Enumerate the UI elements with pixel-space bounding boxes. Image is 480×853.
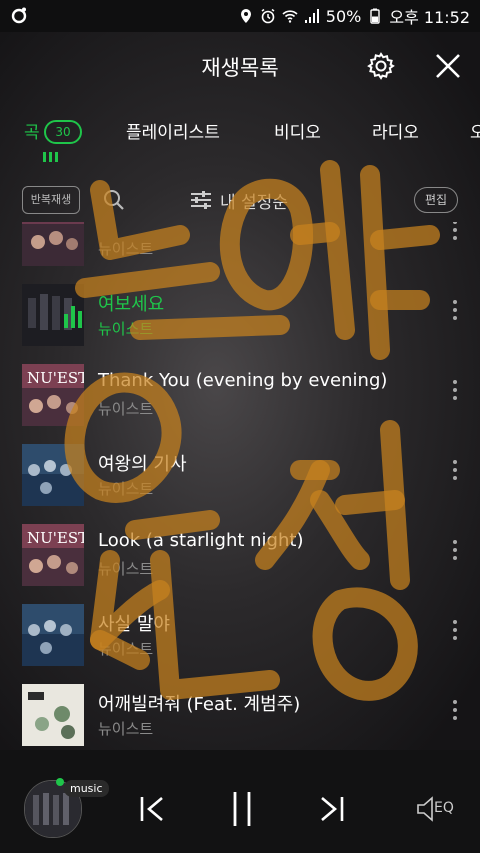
list-item[interactable]: 뉴이스트: [0, 222, 480, 272]
list-item[interactable]: 여보세요 뉴이스트: [0, 272, 480, 352]
song-title: Look (a starlight night): [98, 530, 304, 551]
close-icon[interactable]: [432, 50, 464, 82]
tab-playlist[interactable]: 플레이리스트: [126, 118, 220, 143]
list-item[interactable]: 어깨빌려줘 (Feat. 계범주) 뉴이스트: [0, 672, 480, 750]
sliders-icon: [191, 191, 211, 209]
clock: 오후 11:52: [389, 8, 470, 27]
status-dot: [56, 778, 64, 786]
song-artist: 뉴이스트: [98, 720, 154, 738]
more-icon[interactable]: [450, 460, 460, 484]
song-artist: 뉴이스트: [98, 320, 154, 338]
song-title: 사실 말야: [98, 614, 170, 635]
now-playing-icon: [64, 304, 84, 328]
song-artist: 뉴이스트: [98, 400, 154, 418]
status-bar: 50% 오후 11:52: [0, 0, 480, 32]
list-item[interactable]: NU'EST Thank You (evening by evening) 뉴이…: [0, 352, 480, 432]
search-icon[interactable]: [102, 188, 126, 212]
list-item[interactable]: 사실 말야 뉴이스트: [0, 592, 480, 672]
battery-icon: [370, 8, 381, 24]
gear-icon[interactable]: [365, 50, 397, 82]
previous-icon[interactable]: [138, 794, 168, 824]
eq-button[interactable]: EQ: [414, 794, 458, 824]
svg-text:NU'EST: NU'EST: [27, 369, 84, 387]
song-title: 여보세요: [98, 294, 165, 315]
list-toolbar: 반복재생 내 설정순 편집: [0, 182, 480, 222]
song-artist: 뉴이스트: [98, 560, 154, 578]
edit-button[interactable]: 편집: [414, 187, 458, 213]
sort-label: 내 설정순: [220, 192, 288, 213]
list-item[interactable]: 여왕의 기사 뉴이스트: [0, 432, 480, 512]
album-art: [22, 604, 84, 666]
more-icon[interactable]: [450, 620, 460, 644]
album-art: NU'EST: [22, 364, 84, 426]
alarm-icon: [261, 8, 275, 24]
more-icon[interactable]: [450, 300, 460, 324]
list-item[interactable]: NU'EST Look (a starlight night) 뉴이스트: [0, 512, 480, 592]
album-art: [22, 444, 84, 506]
sort-button[interactable]: 내 설정순: [190, 188, 288, 213]
song-artist: 뉴이스트: [98, 240, 154, 258]
song-title: Thank You (evening by evening): [98, 370, 388, 391]
app-icon: [11, 7, 27, 24]
more-icon[interactable]: [450, 380, 460, 404]
tab-radio[interactable]: 라디오: [372, 118, 419, 143]
repeat-button[interactable]: 반복재생: [22, 186, 80, 214]
pause-icon[interactable]: [230, 790, 254, 828]
active-tab-indicator: [43, 152, 58, 162]
album-art: [22, 684, 84, 746]
song-artist: 뉴이스트: [98, 640, 154, 658]
header: 재생목록: [0, 32, 480, 102]
music-badge: music: [64, 780, 109, 797]
svg-text:NU'EST: NU'EST: [27, 529, 84, 547]
song-artist: 뉴이스트: [98, 480, 154, 498]
eq-label: EQ: [434, 800, 454, 816]
song-count-badge: 30: [44, 120, 82, 144]
album-art: [22, 222, 84, 266]
page-title: 재생목록: [201, 56, 279, 80]
tab-more[interactable]: 오: [470, 118, 480, 143]
album-art: NU'EST: [22, 524, 84, 586]
location-icon: [240, 9, 251, 23]
more-icon[interactable]: [450, 540, 460, 564]
album-art: [22, 284, 84, 346]
song-title: 어깨빌려줘 (Feat. 계범주): [98, 694, 301, 715]
more-icon[interactable]: [450, 222, 460, 244]
battery-level: 50%: [325, 6, 362, 26]
more-icon[interactable]: [450, 700, 460, 724]
next-icon[interactable]: [316, 794, 346, 824]
song-list: 뉴이스트 여보세요 뉴이스트 NU'EST Thank You (evening…: [0, 222, 480, 750]
signal-icon: [304, 9, 319, 23]
tab-songs[interactable]: 곡: [24, 118, 40, 143]
tab-video[interactable]: 비디오: [274, 118, 321, 143]
mini-player: music EQ: [0, 750, 480, 853]
song-title: 여왕의 기사: [98, 454, 187, 475]
wifi-icon: [282, 10, 298, 23]
